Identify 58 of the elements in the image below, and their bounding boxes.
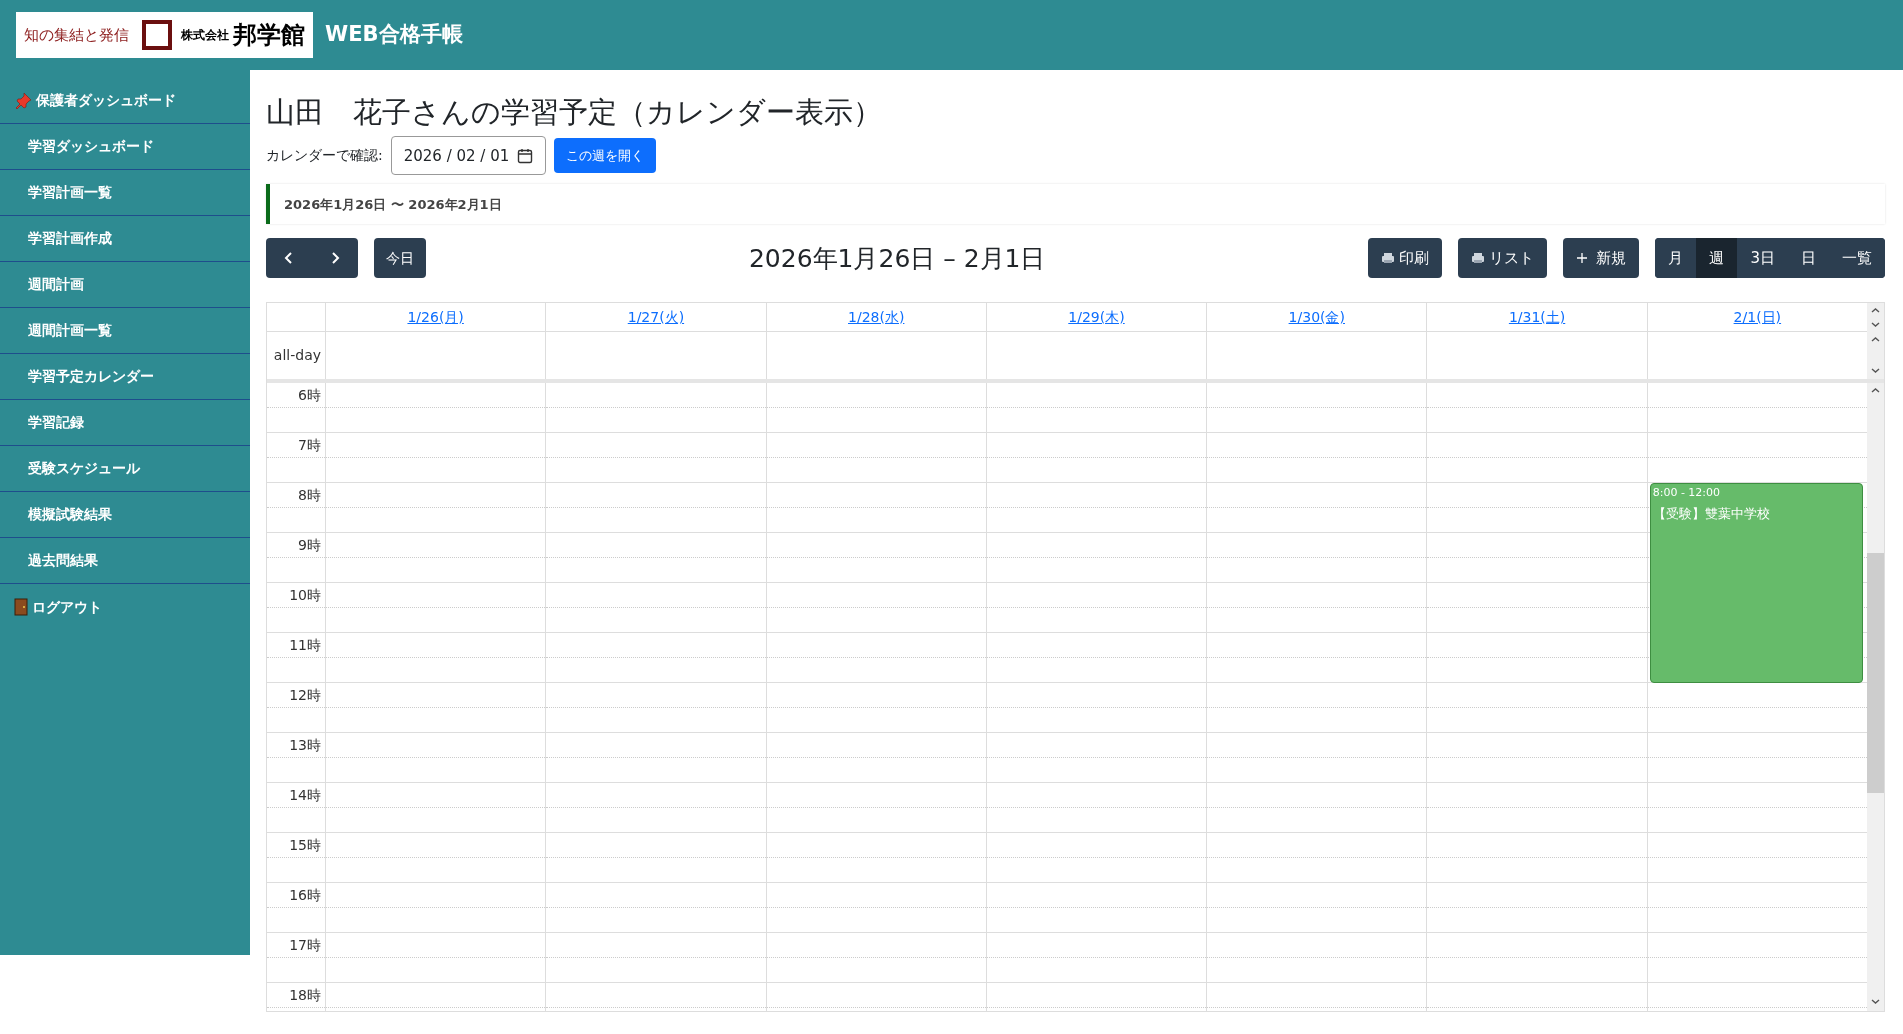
app-title: WEB合格手帳 — [325, 21, 463, 49]
date-field[interactable]: 2026 / 02 / 01 — [390, 136, 547, 176]
today-button[interactable]: 今日 — [374, 238, 426, 279]
hour-label: 6時 — [298, 385, 321, 405]
day-header-link[interactable]: 2/1(日) — [1733, 307, 1782, 329]
page-title: 山田 花子さんの学習予定（カレンダー表示） — [266, 94, 883, 131]
sidebar-item[interactable]: ログアウト — [0, 584, 250, 630]
hour-label: 17時 — [289, 935, 321, 955]
calendar-title: 2026年1月26日 – 2月1日 — [748, 242, 1046, 275]
sidebar-item[interactable]: 学習予定カレンダー — [0, 354, 250, 400]
day-header-link[interactable]: 1/27(火) — [627, 307, 685, 329]
hour-label: 7時 — [298, 435, 321, 455]
calendar-icon — [517, 147, 534, 164]
hour-label: 15時 — [289, 835, 321, 855]
hour-label: 12時 — [289, 685, 321, 705]
sidebar-item[interactable]: 受験スケジュール — [0, 446, 250, 492]
all-day-label: all-day — [273, 346, 321, 366]
plus-icon — [1576, 252, 1589, 265]
day-header-link[interactable]: 1/30(金) — [1288, 307, 1345, 329]
action-button[interactable]: リスト — [1458, 238, 1548, 279]
logo-tagline: 知の集結と発信 — [24, 24, 129, 46]
sidebar-item[interactable]: 学習ダッシュボード — [0, 124, 250, 170]
logo-company-name: 邦学館 — [233, 23, 305, 47]
sidebar-item[interactable]: 過去問結果 — [0, 538, 250, 584]
hour-label: 16時 — [289, 885, 321, 905]
event-title: 【受験】雙葉中学校 — [1652, 505, 1771, 523]
hour-label: 18時 — [289, 985, 321, 1005]
action-button[interactable]: 新規 — [1563, 238, 1640, 279]
sidebar-item[interactable]: 週間計画一覧 — [0, 308, 250, 354]
hour-label: 9時 — [298, 535, 321, 555]
printer-icon — [1381, 252, 1396, 265]
sidebar-item[interactable]: 学習計画作成 — [0, 216, 250, 262]
action-button[interactable]: 印刷 — [1368, 238, 1443, 279]
hour-label: 8時 — [298, 485, 321, 505]
day-header-link[interactable]: 1/28(水) — [848, 307, 905, 329]
sidebar-item[interactable]: 学習計画一覧 — [0, 170, 250, 216]
sidebar-item[interactable]: 週間計画 — [0, 262, 250, 308]
door-icon — [14, 598, 28, 616]
day-header-link[interactable]: 1/29(木) — [1068, 307, 1125, 329]
hour-label: 10時 — [289, 585, 321, 605]
pin-icon — [14, 91, 32, 110]
event-time: 8:00 - 12:00 — [1652, 486, 1722, 500]
sidebar-item[interactable]: 学習記録 — [0, 400, 250, 446]
calendar-event[interactable]: 8:00 - 12:00 【受験】雙葉中学校 — [1649, 483, 1863, 684]
view-tab[interactable]: 週 — [1696, 238, 1738, 279]
day-header-link[interactable]: 1/26(月) — [407, 307, 464, 329]
sidebar-item[interactable]: 模擬試験結果 — [0, 492, 250, 538]
sidebar-item[interactable]: 保護者ダッシュボード — [0, 78, 250, 124]
day-header-link[interactable]: 1/31(土) — [1508, 307, 1566, 329]
open-week-button[interactable]: この週を開く — [554, 138, 657, 174]
logo-frame-icon — [141, 19, 173, 51]
hour-label: 14時 — [289, 785, 321, 805]
hour-label: 13時 — [289, 735, 321, 755]
logo-company-prefix: 株式会社 — [181, 27, 229, 44]
printer-icon — [1471, 252, 1486, 265]
hour-label: 11時 — [289, 635, 321, 655]
range-banner: 2026年1月26日 〜 2026年2月1日 — [266, 184, 1885, 225]
date-label: カレンダーで確認: — [266, 146, 383, 166]
